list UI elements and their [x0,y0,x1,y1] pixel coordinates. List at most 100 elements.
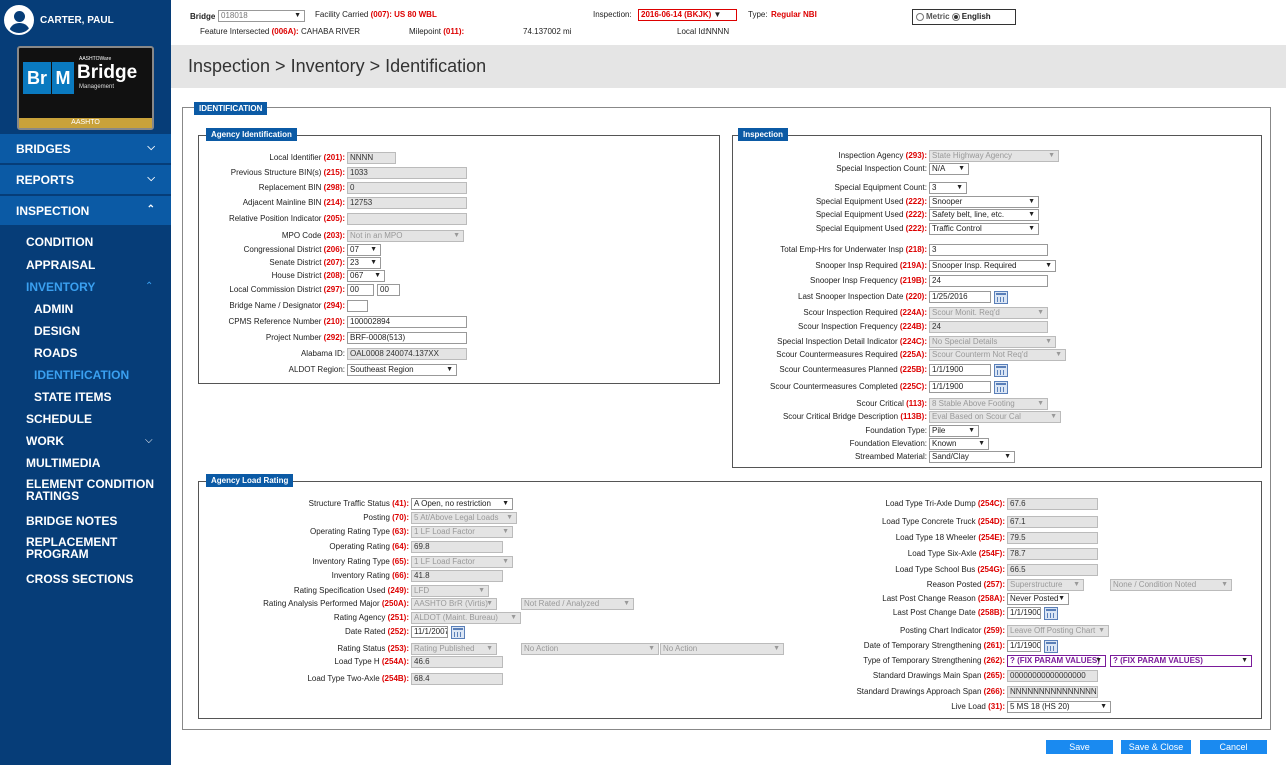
nav-inventory[interactable]: INVENTORY [26,280,95,294]
field-select[interactable]: Not in an MPO [347,230,464,242]
field-input[interactable]: 1/1/1900 [1007,640,1041,652]
field-select[interactable]: Never Posted [1007,593,1069,605]
field-input[interactable]: 46.6 [411,656,503,668]
calendar-icon[interactable] [994,364,1008,377]
field-select[interactable]: Superstructure [1007,579,1084,591]
field-input[interactable]: 1/25/2016 [929,291,991,303]
nav-appraisal[interactable]: APPRAISAL [26,258,95,272]
field-select[interactable]: No Action [660,643,784,655]
field-input[interactable]: 3 [929,244,1048,256]
nav-condition[interactable]: CONDITION [26,235,93,249]
field-input[interactable]: 100002894 [347,316,467,328]
field-select[interactable]: 23 [347,257,381,269]
field-input[interactable]: 24 [929,275,1048,287]
field-input[interactable]: 66.5 [1007,564,1098,576]
field-input[interactable]: 67.1 [1007,516,1098,528]
double-chevron-up-icon[interactable]: ⌃ [145,281,153,292]
nav-identification[interactable]: IDENTIFICATION [34,368,129,382]
field-input[interactable]: 0 [347,182,467,194]
field-select[interactable]: Rating Published [411,643,497,655]
field-select[interactable]: Southeast Region [347,364,457,376]
field-select[interactable]: Scour Counterm Not Req'd [929,349,1066,361]
field-select[interactable]: 3 [929,182,967,194]
field-select[interactable]: 8 Stable Above Footing [929,398,1048,410]
double-chevron-down-icon[interactable]: ⌵ [145,435,153,446]
field-select[interactable]: Sand/Clay [929,451,1015,463]
field-select[interactable]: Snooper [929,196,1039,208]
nav-inspection[interactable]: INSPECTION ⌃ [0,196,171,226]
field-select[interactable]: ? (FIX PARAM VALUES) [1007,655,1106,667]
calendar-icon[interactable] [994,291,1008,304]
field-input[interactable] [347,300,368,312]
field-select[interactable]: Eval Based on Scour Cal [929,411,1061,423]
field-input[interactable]: 41.8 [411,570,503,582]
cancel-button[interactable]: Cancel [1200,740,1267,754]
save-button[interactable]: Save [1046,740,1113,754]
field-select[interactable]: None / Condition Noted [1110,579,1232,591]
field-input[interactable]: 1/1/1900 [929,364,991,376]
field-select[interactable]: Safety belt, line, etc. [929,209,1039,221]
field-input[interactable]: 00 [347,284,374,296]
calendar-icon[interactable] [451,626,465,639]
field-select[interactable]: Pile [929,425,979,437]
field-input[interactable]: OAL0008 240074.137XX [347,348,467,360]
field-select[interactable]: State Highway Agency [929,150,1059,162]
nav-work[interactable]: WORK [26,434,64,448]
bridge-select[interactable]: 018018 [218,10,305,22]
calendar-icon[interactable] [1044,640,1058,653]
field-select[interactable]: 07 [347,244,381,256]
metric-radio[interactable] [916,12,924,21]
field-select[interactable]: 5 MS 18 (HS 20) [1007,701,1111,713]
field-select[interactable]: No Action [521,643,659,655]
field-input[interactable]: 12753 [347,197,467,209]
calendar-icon[interactable] [994,381,1008,394]
field-input[interactable]: 67.6 [1007,498,1098,510]
nav-bridges[interactable]: BRIDGES ⌵ [0,134,171,164]
field-input[interactable]: 00 [377,284,400,296]
nav-replacement-program[interactable]: REPLACEMENT PROGRAM [26,536,146,560]
field-input[interactable]: 24 [929,321,1048,333]
field-select[interactable]: ALDOT (Maint. Bureau) [411,612,521,624]
field-input[interactable]: 00000000000000000 [1007,670,1098,682]
field-input[interactable]: 78.7 [1007,548,1098,560]
user-bar[interactable]: CARTER, PAUL [0,0,171,40]
field-select[interactable]: Traffic Control [929,223,1039,235]
nav-roads[interactable]: ROADS [34,346,77,360]
field-select[interactable]: Scour Monit. Req'd [929,307,1048,319]
field-input[interactable] [347,213,467,225]
field-input[interactable]: 1033 [347,167,467,179]
field-input[interactable]: 11/1/2007 [411,626,448,638]
nav-cross-sections[interactable]: CROSS SECTIONS [26,572,133,586]
field-input[interactable]: 1/1/1900 [1007,607,1041,619]
field-select[interactable]: 067 [347,270,385,282]
field-select[interactable]: No Special Details [929,336,1056,348]
field-input[interactable]: 69.8 [411,541,503,553]
field-select[interactable]: LFD [411,585,489,597]
field-input[interactable]: BRF-0008(513) [347,332,467,344]
english-radio[interactable] [951,12,960,21]
nav-element-condition-ratings[interactable]: ELEMENT CONDITION RATINGS [26,478,161,502]
field-select[interactable]: Snooper Insp. Required [929,260,1056,272]
field-select[interactable]: Known [929,438,989,450]
field-input[interactable]: 1/1/1900 [929,381,991,393]
field-input[interactable]: 68.4 [411,673,503,685]
field-select[interactable]: A Open, no restriction [411,498,513,510]
field-select[interactable]: Leave Off Posting Chart [1007,625,1109,637]
field-select[interactable]: ? (FIX PARAM VALUES) [1110,655,1252,667]
nav-design[interactable]: DESIGN [34,324,80,338]
field-select[interactable]: 5 At/Above Legal Loads [411,512,517,524]
save-close-button[interactable]: Save & Close [1121,740,1191,754]
calendar-icon[interactable] [1044,607,1058,620]
nav-reports[interactable]: REPORTS ⌵ [0,165,171,195]
field-input[interactable]: NNNNNNNNNNNNNNNNN [1007,686,1098,698]
field-select[interactable]: 1 LF Load Factor [411,526,513,538]
nav-state-items[interactable]: STATE ITEMS [34,390,112,404]
field-select[interactable]: Not Rated / Analyzed [521,598,634,610]
nav-schedule[interactable]: SCHEDULE [26,412,92,426]
field-input[interactable]: NNNN [347,152,396,164]
nav-admin[interactable]: ADMIN [34,302,73,316]
field-select[interactable]: N/A [929,163,969,175]
nav-bridge-notes[interactable]: BRIDGE NOTES [26,514,117,528]
field-input[interactable]: 79.5 [1007,532,1098,544]
field-select[interactable]: 1 LF Load Factor [411,556,513,568]
